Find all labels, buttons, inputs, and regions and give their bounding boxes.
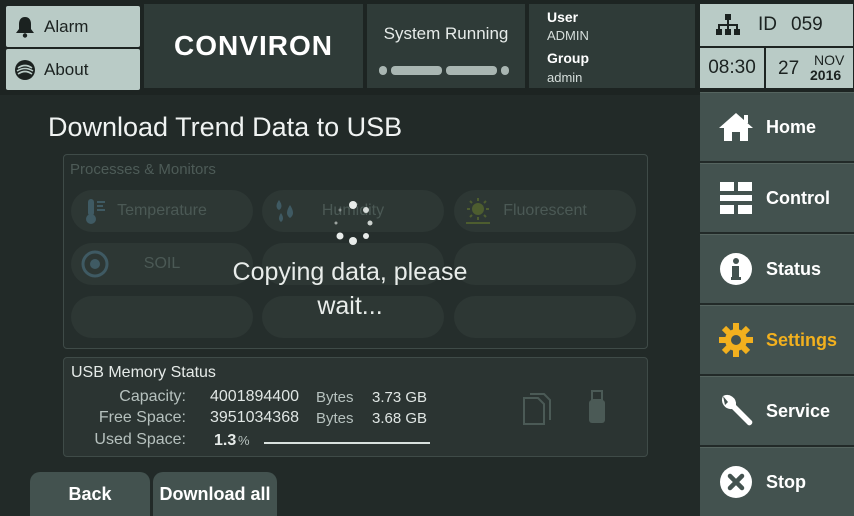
documents-icon xyxy=(523,393,551,425)
processes-title: Processes & Monitors xyxy=(70,161,216,178)
process-slot-empty xyxy=(454,243,636,285)
date-month: NOV xyxy=(814,52,845,68)
free-space-gb-value: 3.68 xyxy=(372,410,402,427)
usb-drive-icon xyxy=(589,390,605,423)
copying-message: Copying data, please wait... xyxy=(232,258,468,320)
free-space-gb-unit: GB xyxy=(405,410,428,427)
user-panel: User ADMIN Group admin xyxy=(529,4,695,88)
process-slot-empty xyxy=(454,296,636,338)
main-content: Download Trend Data to USB Processes & M… xyxy=(0,95,700,516)
used-space-label: Used Space: xyxy=(94,431,186,448)
capacity-label: Capacity: xyxy=(119,388,186,405)
date-year: 2016 xyxy=(810,67,842,83)
about-label: About xyxy=(44,59,89,79)
conviron-logo: CONVIRON xyxy=(174,30,333,61)
process-temperature[interactable]: Temperature xyxy=(71,190,253,232)
chamber-id-panel: ID 059 xyxy=(700,4,853,46)
gear-icon xyxy=(714,318,758,362)
group-value: admin xyxy=(547,70,583,85)
nav-settings[interactable]: Settings xyxy=(700,305,854,374)
capacity-bytes-unit: Bytes xyxy=(316,389,354,406)
nav-status[interactable]: Status xyxy=(700,234,854,303)
system-status-text: System Running xyxy=(383,24,509,43)
wrench-icon xyxy=(714,389,758,433)
loading-spinner-icon xyxy=(334,201,373,245)
user-value: ADMIN xyxy=(547,28,589,43)
nav-status-label: Status xyxy=(766,258,822,279)
time-value: 08:30 xyxy=(708,57,756,78)
id-label: ID xyxy=(758,14,777,35)
download-all-button[interactable]: Download all xyxy=(153,472,277,516)
capacity-bytes: 4001894400 xyxy=(210,388,299,405)
usb-status-title: USB Memory Status xyxy=(71,364,216,381)
process-soil-label: SOIL xyxy=(143,255,181,272)
nav-stop-label: Stop xyxy=(766,471,806,492)
process-soil[interactable]: SOIL xyxy=(71,243,253,285)
nav-settings-label: Settings xyxy=(766,329,838,350)
nav-home[interactable]: Home xyxy=(700,92,854,161)
page-title: Download Trend Data to USB xyxy=(48,112,403,142)
used-space-bar xyxy=(264,442,430,444)
used-space-value: 1.3 xyxy=(214,432,237,449)
back-label: Back xyxy=(68,483,112,504)
capacity-gb: 3.73 GB xyxy=(372,389,427,406)
system-status-panel: System Running xyxy=(367,4,525,88)
capacity-gb-value: 3.73 xyxy=(372,389,402,406)
process-slot-empty xyxy=(71,296,253,338)
process-fluorescent-label: Fluorescent xyxy=(503,202,587,219)
process-temperature-label: Temperature xyxy=(117,202,207,219)
used-space-unit: % xyxy=(238,433,250,448)
nav-control-label: Control xyxy=(766,187,830,208)
free-space-bytes: 3951034368 xyxy=(210,409,299,426)
network-icon xyxy=(716,14,740,36)
nav-home-label: Home xyxy=(766,116,817,137)
header-bar: Alarm About CONVIRON System Running User… xyxy=(0,0,854,95)
download-all-label: Download all xyxy=(159,483,271,504)
bell-icon xyxy=(14,16,36,38)
nav-service-label: Service xyxy=(766,400,831,421)
group-label: Group xyxy=(547,50,589,66)
about-button[interactable]: About xyxy=(6,49,140,90)
info-icon xyxy=(714,247,758,291)
id-value: 059 xyxy=(791,14,823,35)
nav-stop[interactable]: Stop xyxy=(700,447,854,516)
back-button[interactable]: Back xyxy=(30,472,150,516)
home-icon xyxy=(714,105,758,149)
free-space-gb: 3.68 GB xyxy=(372,410,427,427)
main-navigation: Home Control Status Settings Service Sto… xyxy=(700,90,854,516)
process-fluorescent[interactable]: Fluorescent xyxy=(454,190,636,232)
free-space-label: Free Space: xyxy=(98,409,186,426)
alarm-button[interactable]: Alarm xyxy=(6,6,140,47)
system-progress-indicator xyxy=(379,66,509,75)
free-space-bytes-unit: Bytes xyxy=(316,410,354,427)
capacity-gb-unit: GB xyxy=(405,389,428,406)
clock-time: 08:30 xyxy=(700,48,764,88)
control-icon xyxy=(714,176,758,220)
alarm-label: Alarm xyxy=(44,16,89,36)
nav-service[interactable]: Service xyxy=(700,376,854,445)
logo-panel: CONVIRON xyxy=(144,4,363,88)
conviron-emblem-icon xyxy=(14,59,36,81)
date-day: 27 xyxy=(778,58,800,79)
stop-icon xyxy=(714,460,758,504)
user-label: User xyxy=(547,9,579,25)
usb-memory-status-panel: USB Memory Status Capacity: 4001894400 B… xyxy=(63,357,648,457)
nav-control[interactable]: Control xyxy=(700,163,854,232)
clock-date: 27 NOV 2016 xyxy=(766,48,853,88)
